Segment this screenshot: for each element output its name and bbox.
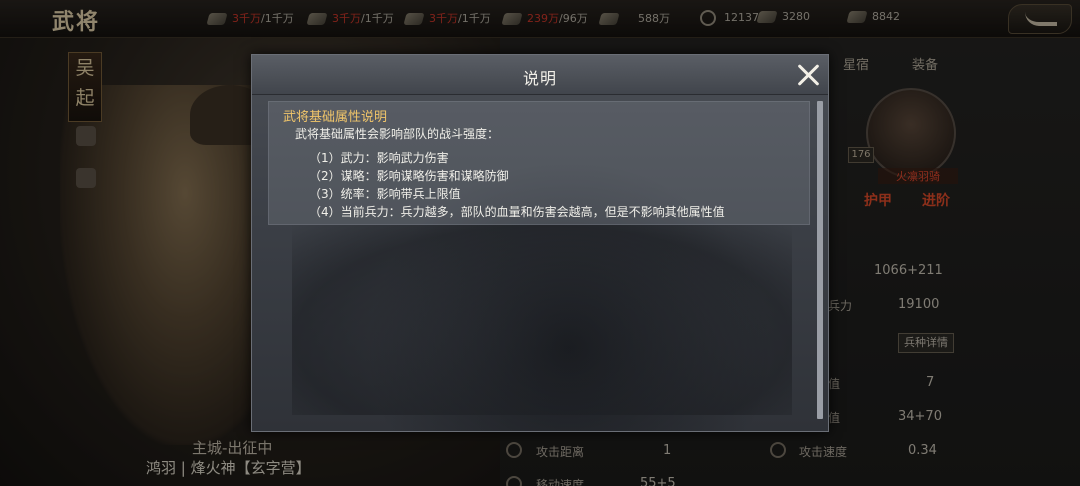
list-item: （4）当前兵力：兵力越多，部队的血量和伤害会越高，但是不影响其他属性值 <box>309 205 725 219</box>
close-icon[interactable] <box>797 64 819 86</box>
dialog-background-art <box>292 225 792 415</box>
dialog-scrollbar[interactable] <box>817 101 823 419</box>
dialog-title: 说明 <box>522 69 557 88</box>
dialog-content: 武将基础属性说明 武将基础属性会影响部队的战斗强度： （1）武力：影响武力伤害 … <box>268 101 810 225</box>
attribute-list: （1）武力：影响武力伤害 （2）谋略：影响谋略伤害和谋略防御 （3）统率：影响带… <box>309 149 725 221</box>
list-item: （1）武力：影响武力伤害 <box>309 151 449 165</box>
dialog-header: 说明 <box>252 55 828 95</box>
content-intro: 武将基础属性会影响部队的战斗强度： <box>295 127 500 141</box>
explanation-dialog: 说明 武将基础属性说明 武将基础属性会影响部队的战斗强度： （1）武力：影响武力… <box>251 54 829 432</box>
list-item: （2）谋略：影响谋略伤害和谋略防御 <box>309 169 509 183</box>
content-heading: 武将基础属性说明 <box>283 110 388 125</box>
list-item: （3）统率：影响带兵上限值 <box>309 187 461 201</box>
